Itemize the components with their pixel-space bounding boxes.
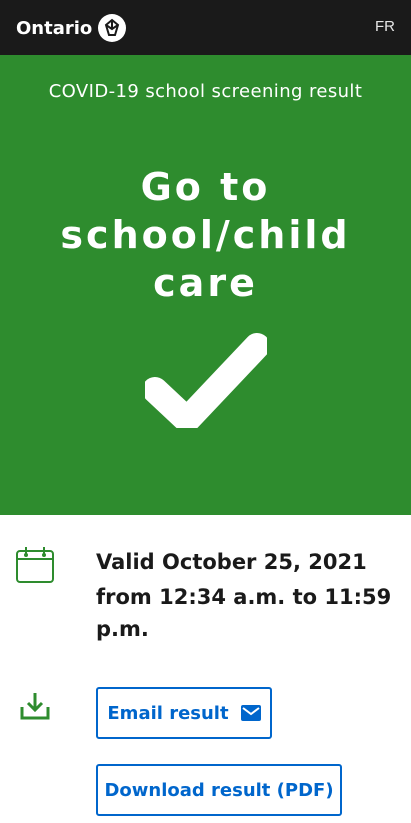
- calendar-icon: [16, 547, 54, 583]
- logo-text: Ontario: [16, 17, 93, 39]
- valid-date: Valid October 25, 2021: [96, 550, 367, 574]
- result-headline: Go to school/child care: [0, 163, 411, 307]
- checkmark-icon: [145, 333, 267, 428]
- result-label: COVID-19 school screening result: [48, 81, 363, 102]
- email-result-button[interactable]: Email result: [96, 687, 272, 739]
- headline-line: school/child: [60, 213, 351, 257]
- download-icon: [20, 693, 50, 720]
- validity-text: Valid October 25, 2021 from 12:34 a.m. t…: [96, 547, 396, 645]
- headline-line: Go to: [140, 165, 271, 209]
- result-details: Valid October 25, 2021 from 12:34 a.m. t…: [0, 515, 411, 823]
- site-header: Ontario FR: [0, 0, 411, 55]
- download-pdf-button[interactable]: Download result (PDF): [96, 764, 342, 816]
- screening-result-panel: COVID-19 school screening result Go to s…: [0, 55, 411, 515]
- mail-icon: [240, 705, 261, 721]
- language-toggle-link[interactable]: FR: [375, 18, 395, 35]
- ontario-logo[interactable]: Ontario: [16, 13, 127, 43]
- headline-line: care: [153, 261, 258, 305]
- email-button-label: Email result: [107, 702, 229, 724]
- download-button-label: Download result (PDF): [104, 779, 334, 801]
- valid-time: from 12:34 a.m. to 11:59 p.m.: [96, 585, 392, 641]
- trillium-icon: [98, 14, 127, 42]
